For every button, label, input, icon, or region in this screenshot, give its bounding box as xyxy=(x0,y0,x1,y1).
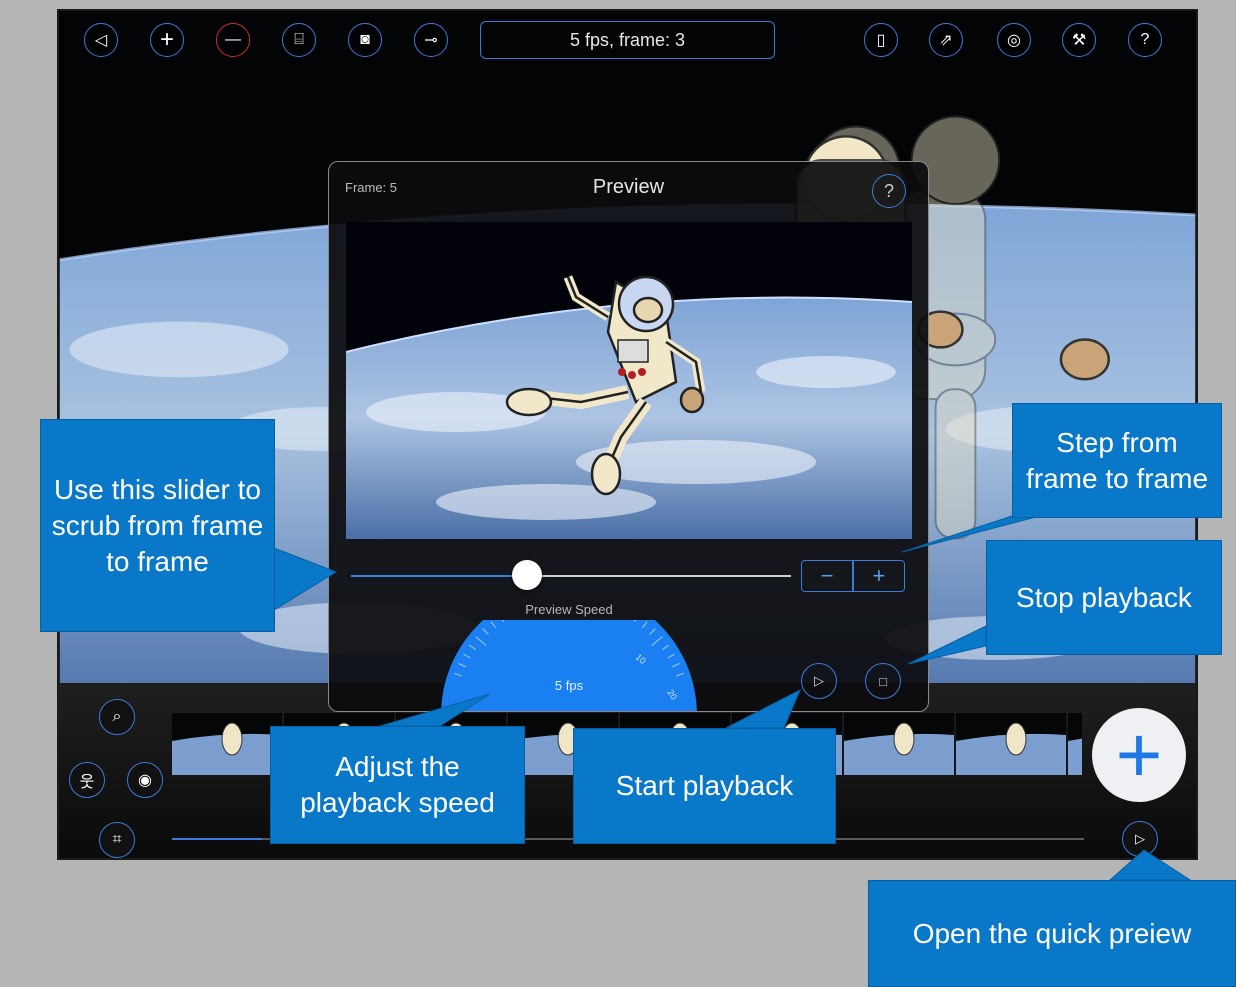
plus-icon: + xyxy=(1115,710,1163,799)
back-icon[interactable]: ◁ xyxy=(84,23,118,57)
quick-preview-play-icon[interactable]: ▷ xyxy=(1122,821,1158,857)
frame-thumbnail[interactable] xyxy=(1068,713,1082,775)
step-forward-button[interactable]: + xyxy=(854,561,904,591)
camera-icon[interactable]: ◙ xyxy=(348,23,382,57)
preview-image xyxy=(346,222,912,539)
callout-stop: Stop playback xyxy=(986,540,1222,655)
speed-dial[interactable]: 5 fps 10 20 xyxy=(439,620,699,712)
zoom-icon[interactable]: ⌕ xyxy=(99,699,135,735)
help-icon[interactable]: ? xyxy=(1128,23,1162,57)
export-icon[interactable]: ⇗ xyxy=(929,23,963,57)
frame-thumbnail[interactable] xyxy=(956,713,1066,775)
delete-frame-icon[interactable]: — xyxy=(216,23,250,57)
callout-quick-preview: Open the quick preiew xyxy=(868,880,1236,987)
frame-scrub-progress xyxy=(351,575,527,577)
callout-start: Start playback xyxy=(573,728,836,844)
frame-scrub-slider-thumb[interactable] xyxy=(512,560,542,590)
fps-frame-status[interactable]: 5 fps, frame: 3 xyxy=(480,21,775,59)
preview-speed-label: Preview Speed xyxy=(525,602,613,617)
frame-scrub-slider[interactable] xyxy=(351,575,791,577)
step-back-button[interactable]: − xyxy=(802,561,852,591)
stop-button[interactable]: □ xyxy=(865,663,901,699)
key-icon[interactable]: ⊸ xyxy=(414,23,448,57)
preview-panel: Frame: 5 Preview ? − + Preview Speed 5 f… xyxy=(328,161,929,712)
frame-thumbnail[interactable] xyxy=(844,713,954,775)
clipboard-icon[interactable]: ▯ xyxy=(864,23,898,57)
preview-title: Preview xyxy=(592,176,665,198)
speed-value: 5 fps xyxy=(555,678,584,693)
add-frame-icon[interactable]: + xyxy=(150,23,184,57)
frame-stepper: − + xyxy=(801,560,905,592)
wrench-icon[interactable]: ⚒ xyxy=(1062,23,1096,57)
top-toolbar: ◁ + — ⌸ ◙ ⊸ 5 fps, frame: 3 ▯ ⇗ ◎ ⚒ ? xyxy=(59,11,1196,71)
crop-icon[interactable]: ⌗ xyxy=(99,822,135,858)
callout-slider: Use this slider to scrub from frame to f… xyxy=(40,419,275,632)
movie-camera-icon[interactable]: ⌸ xyxy=(282,23,316,57)
preview-help-icon[interactable]: ? xyxy=(872,174,906,208)
play-button[interactable]: ▷ xyxy=(801,663,837,699)
onion-skin-icon[interactable]: ◉ xyxy=(127,762,163,798)
callout-speed: Adjust the playback speed xyxy=(270,726,525,844)
frame-thumbnail[interactable] xyxy=(172,713,282,775)
settings-icon[interactable]: ◎ xyxy=(997,23,1031,57)
callout-step: Step from frame to frame xyxy=(1012,403,1222,518)
add-frame-large-button[interactable]: + xyxy=(1092,708,1186,802)
figure-icon[interactable]: 웃 xyxy=(69,762,105,798)
timeline-progress xyxy=(172,838,262,840)
